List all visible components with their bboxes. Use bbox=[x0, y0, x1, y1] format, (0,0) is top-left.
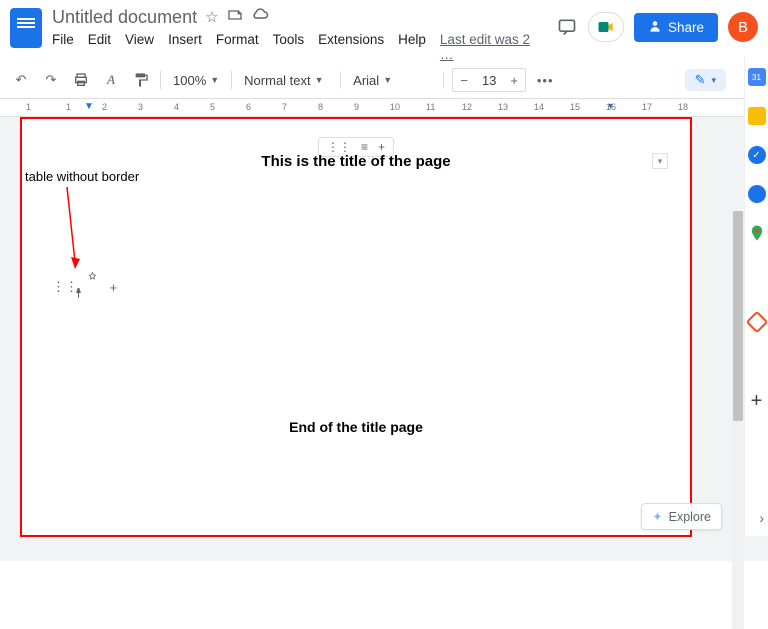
annotation-arrow-icon bbox=[57, 187, 87, 277]
caret-down-icon: ▼ bbox=[315, 75, 324, 85]
redo-button[interactable]: ↷ bbox=[40, 69, 62, 91]
ruler-tick: 18 bbox=[678, 102, 688, 112]
pin-icon[interactable] bbox=[86, 271, 102, 303]
tasks-addon-icon[interactable] bbox=[748, 146, 766, 164]
ruler-tick: 10 bbox=[390, 102, 400, 112]
pen-icon: ✎ bbox=[695, 72, 706, 88]
document-page[interactable]: ⋮⋮ ≡ + This is the title of the page ▾ t… bbox=[20, 117, 692, 537]
menu-tools[interactable]: Tools bbox=[273, 32, 305, 62]
docs-logo[interactable] bbox=[10, 8, 42, 48]
font-size-value[interactable]: 13 bbox=[475, 73, 503, 88]
explore-button[interactable]: ✦ Explore bbox=[641, 503, 722, 530]
meet-button[interactable] bbox=[588, 12, 624, 42]
cloud-status-icon[interactable] bbox=[251, 6, 269, 28]
document-title[interactable]: Untitled document bbox=[52, 7, 197, 28]
side-panel: + bbox=[744, 56, 768, 536]
explore-label: Explore bbox=[669, 510, 711, 524]
font-select[interactable]: Arial▼ bbox=[349, 73, 435, 88]
scrollbar-thumb[interactable] bbox=[733, 211, 743, 421]
ruler-tick: 6 bbox=[246, 102, 251, 112]
ruler-tick: 5 bbox=[210, 102, 215, 112]
menu-extensions[interactable]: Extensions bbox=[318, 32, 384, 62]
menu-view[interactable]: View bbox=[125, 32, 154, 62]
print-button[interactable] bbox=[70, 69, 92, 91]
menu-bar: File Edit View Insert Format Tools Exten… bbox=[52, 32, 546, 62]
ruler-tick: 14 bbox=[534, 102, 544, 112]
table-cell-dropdown[interactable]: ▾ bbox=[652, 153, 668, 169]
fontsize-decrease[interactable]: − bbox=[453, 73, 475, 88]
paint-format-button[interactable] bbox=[130, 69, 152, 91]
ruler-tick: 8 bbox=[318, 102, 323, 112]
star-icon[interactable]: ☆ bbox=[205, 8, 218, 26]
table-row-handles[interactable]: ⋮⋮ + bbox=[52, 271, 117, 303]
vertical-scrollbar[interactable] bbox=[732, 211, 744, 629]
ruler-tick: 17 bbox=[642, 102, 652, 112]
keep-addon-icon[interactable] bbox=[748, 107, 766, 125]
editing-mode-chip[interactable]: ✎ ▾ bbox=[685, 69, 726, 91]
ruler-tick: 11 bbox=[426, 102, 435, 112]
ruler-tick: 1 bbox=[26, 102, 31, 112]
ruler-tick: 2 bbox=[102, 102, 107, 112]
align-options-icon[interactable]: ≡ bbox=[361, 140, 368, 154]
menu-edit[interactable]: Edit bbox=[88, 32, 111, 62]
indent-marker-icon[interactable]: ▼ bbox=[84, 101, 94, 112]
menu-format[interactable]: Format bbox=[216, 32, 259, 62]
drag-handle-icon[interactable]: ⋮⋮ bbox=[327, 140, 351, 154]
maps-addon-icon[interactable] bbox=[748, 224, 766, 242]
undo-button[interactable]: ↶ bbox=[10, 69, 32, 91]
add-column-icon[interactable]: + bbox=[378, 140, 385, 154]
ruler-tick: 4 bbox=[174, 102, 179, 112]
calendar-addon-icon[interactable] bbox=[748, 68, 766, 86]
menu-help[interactable]: Help bbox=[398, 32, 426, 62]
hide-sidepanel-button[interactable]: › bbox=[759, 510, 764, 526]
account-avatar[interactable]: B bbox=[728, 12, 758, 42]
toolbar: ↶ ↷ A 100%▼ Normal text▼ Arial▼ − 13 + •… bbox=[0, 62, 768, 99]
get-addons-icon[interactable]: + bbox=[748, 392, 766, 410]
ruler-tick: 15 bbox=[570, 102, 580, 112]
ruler-tick: 16 bbox=[606, 102, 616, 112]
menu-file[interactable]: File bbox=[52, 32, 74, 62]
caret-down-icon: ▼ bbox=[210, 75, 219, 85]
font-size-stepper[interactable]: − 13 + bbox=[452, 68, 526, 92]
ruler-tick: 1 bbox=[66, 102, 71, 112]
explore-icon: ✦ bbox=[652, 509, 662, 524]
annotation-text: table without border bbox=[25, 169, 139, 184]
page-end-text[interactable]: End of the title page bbox=[22, 419, 690, 435]
ruler-tick: 13 bbox=[498, 102, 508, 112]
addon-icon[interactable] bbox=[745, 311, 768, 334]
ruler-tick: 3 bbox=[138, 102, 143, 112]
menu-insert[interactable]: Insert bbox=[168, 32, 202, 62]
comment-history-icon[interactable] bbox=[556, 16, 578, 38]
move-icon[interactable] bbox=[227, 7, 243, 27]
caret-down-icon: ▾ bbox=[711, 75, 716, 86]
ruler[interactable]: ▼ ▾ 1 1 2 3 4 5 6 7 8 9 10 11 12 13 14 1… bbox=[0, 99, 768, 117]
share-button[interactable]: Share bbox=[634, 13, 718, 42]
last-edit-link[interactable]: Last edit was 2 … bbox=[440, 32, 546, 62]
ruler-tick: 7 bbox=[282, 102, 287, 112]
ruler-tick: 9 bbox=[354, 102, 359, 112]
fontsize-increase[interactable]: + bbox=[503, 73, 525, 88]
more-tools-button[interactable]: ••• bbox=[534, 69, 556, 91]
share-label: Share bbox=[668, 20, 704, 35]
ruler-tick: 12 bbox=[462, 102, 472, 112]
add-row-icon[interactable]: + bbox=[110, 280, 118, 295]
caret-down-icon: ▼ bbox=[383, 75, 392, 85]
style-select[interactable]: Normal text▼ bbox=[240, 73, 332, 88]
spellcheck-button[interactable]: A bbox=[100, 69, 122, 91]
contacts-addon-icon[interactable] bbox=[748, 185, 766, 203]
page-title-text[interactable]: This is the title of the page bbox=[22, 153, 690, 170]
zoom-select[interactable]: 100%▼ bbox=[169, 73, 223, 88]
